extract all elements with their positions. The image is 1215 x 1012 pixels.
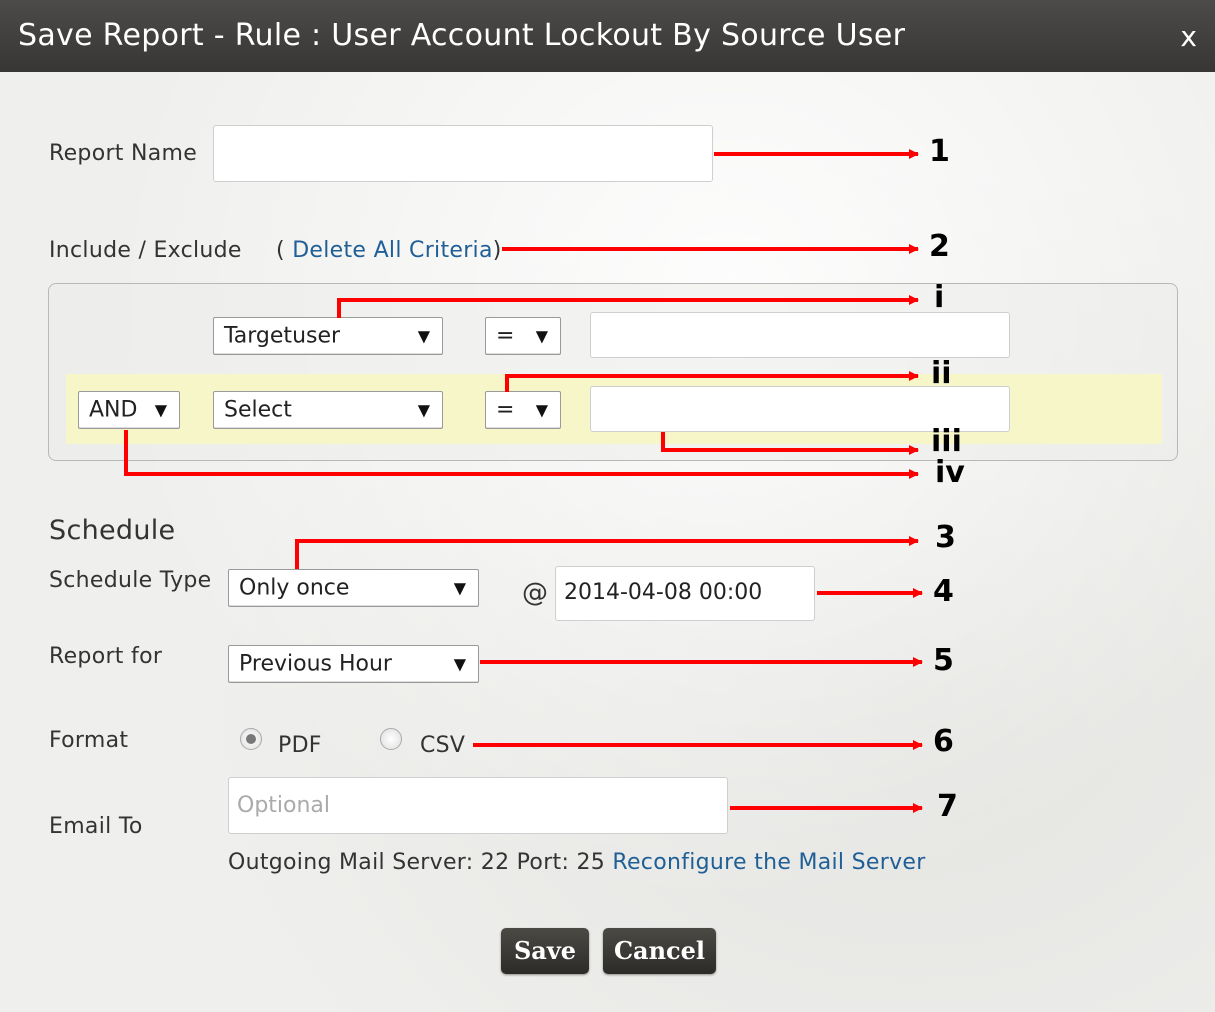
criteria-conjunction-select[interactable]: AND ▼ — [78, 391, 180, 429]
delete-criteria-group: ( Delete All Criteria) — [276, 238, 502, 263]
at-symbol: @ — [522, 578, 549, 608]
annotation-label-iv: iv — [935, 455, 965, 490]
dropdown-arrow-icon: ▼ — [535, 326, 548, 346]
annotation-label-2: 2 — [929, 229, 950, 264]
annotation-label-i: i — [934, 280, 945, 315]
save-button[interactable]: Save — [501, 928, 589, 974]
criteria-field-select-2[interactable]: Select ▼ — [213, 391, 443, 429]
paren-close: ) — [492, 238, 502, 263]
dropdown-arrow-icon: ▼ — [417, 326, 430, 346]
annotation-label-3: 3 — [935, 520, 956, 555]
format-label: Format — [49, 728, 129, 753]
dropdown-arrow-icon: ▼ — [154, 400, 167, 420]
paren-open: ( — [276, 238, 285, 263]
dropdown-arrow-icon: ▼ — [535, 400, 548, 420]
delete-all-criteria-link[interactable]: Delete All Criteria — [292, 238, 493, 263]
schedule-datetime-input[interactable]: 2014-04-08 00:00 — [555, 566, 815, 621]
annotation-label-5: 5 — [933, 643, 954, 678]
criteria-field-select-1[interactable]: Targetuser ▼ — [213, 317, 443, 355]
schedule-type-value: Only once — [239, 575, 350, 601]
format-pdf-radio[interactable] — [240, 728, 262, 750]
annotation-label-ii: ii — [931, 356, 952, 391]
criteria-operator-value: = — [496, 397, 515, 423]
annotation-label-4: 4 — [933, 574, 954, 609]
criteria-value-input-1[interactable] — [590, 312, 1010, 358]
mail-server-text: Outgoing Mail Server: 22 Port: 25 — [228, 850, 606, 875]
email-to-input[interactable]: Optional — [228, 777, 728, 834]
annotation-label-iii: iii — [931, 424, 962, 459]
email-placeholder: Optional — [237, 793, 331, 818]
criteria-conjunction-value: AND — [89, 397, 138, 423]
schedule-type-select[interactable]: Only once ▼ — [228, 569, 479, 607]
criteria-operator-value: = — [496, 323, 515, 349]
report-for-value: Previous Hour — [239, 651, 392, 677]
mail-server-info: Outgoing Mail Server: 22 Port: 25 Reconf… — [228, 850, 926, 875]
schedule-heading: Schedule — [49, 515, 176, 546]
format-csv-label: CSV — [420, 733, 466, 758]
dropdown-arrow-icon: ▼ — [453, 654, 466, 674]
criteria-operator-select-1[interactable]: = ▼ — [485, 317, 561, 355]
include-exclude-label: Include / Exclude — [49, 238, 242, 263]
annotation-label-6: 6 — [933, 724, 954, 759]
dialog-titlebar: Save Report - Rule : User Account Lockou… — [0, 0, 1215, 72]
email-to-label: Email To — [49, 814, 143, 839]
dropdown-arrow-icon: ▼ — [417, 400, 430, 420]
criteria-field-value: Select — [224, 397, 292, 423]
criteria-field-value: Targetuser — [224, 323, 341, 349]
annotation-label-1: 1 — [929, 134, 950, 169]
schedule-type-label: Schedule Type — [49, 568, 212, 593]
dialog-title: Save Report - Rule : User Account Lockou… — [18, 18, 906, 53]
report-for-label: Report for — [49, 644, 163, 669]
criteria-operator-select-2[interactable]: = ▼ — [485, 391, 561, 429]
report-name-label: Report Name — [49, 141, 198, 166]
report-name-input[interactable] — [213, 125, 713, 182]
dropdown-arrow-icon: ▼ — [453, 578, 466, 598]
report-for-select[interactable]: Previous Hour ▼ — [228, 645, 479, 683]
format-csv-radio[interactable] — [380, 728, 402, 750]
annotation-label-7: 7 — [937, 789, 958, 824]
reconfigure-mail-server-link[interactable]: Reconfigure the Mail Server — [612, 850, 925, 875]
close-button[interactable]: x — [1180, 20, 1197, 53]
format-pdf-label: PDF — [278, 733, 322, 758]
cancel-button[interactable]: Cancel — [603, 928, 716, 974]
arrow-3 — [295, 536, 919, 569]
